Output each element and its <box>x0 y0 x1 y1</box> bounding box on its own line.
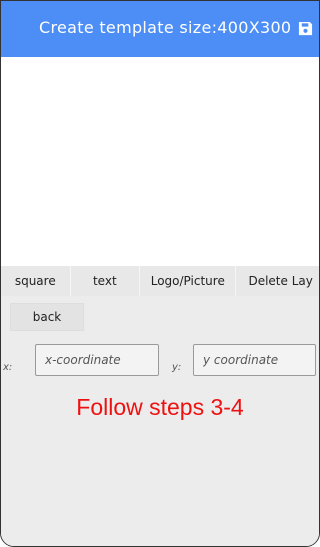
instruction-text: Follow steps 3-4 <box>76 394 244 420</box>
device-frame: Create template size:400X300 square text… <box>0 0 320 547</box>
logo-picture-button[interactable]: Logo/Picture <box>140 266 237 296</box>
x-coordinate-input[interactable] <box>35 344 159 376</box>
y-label: y: <box>172 362 182 373</box>
y-coordinate-input[interactable] <box>193 344 316 376</box>
text-button[interactable]: text <box>71 266 141 296</box>
back-button[interactable]: back <box>10 303 84 331</box>
template-canvas[interactable] <box>1 57 319 266</box>
delete-layer-button[interactable]: Delete Lay <box>236 266 319 296</box>
page-title: Create template size:400X300 <box>39 18 292 37</box>
save-icon[interactable] <box>298 21 313 36</box>
app-bar: Create template size:400X300 <box>1 1 319 57</box>
x-label: x: <box>3 362 13 373</box>
edit-panel: back x: y: Follow steps 3-4 <box>1 296 319 546</box>
square-button[interactable]: square <box>1 266 71 296</box>
tool-bar: square text Logo/Picture Delete Lay <box>1 266 319 296</box>
